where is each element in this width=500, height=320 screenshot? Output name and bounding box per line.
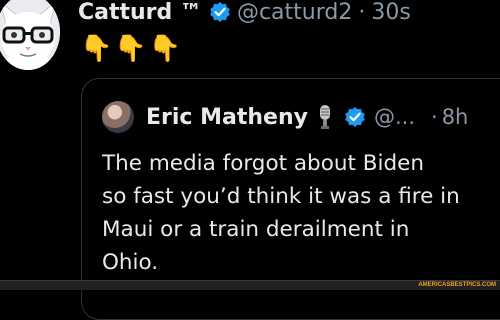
- tweet: Catturd ™ @catturd2 · 30s 👇👇👇 Eric Mathe…: [0, 0, 500, 320]
- quote-header: Eric Matheny @... · 8h: [146, 101, 468, 133]
- quote-handle[interactable]: @...: [374, 105, 415, 129]
- verified-badge-icon: [209, 1, 231, 23]
- tweet-header: Catturd ™ @catturd2 · 30s: [78, 0, 411, 30]
- handle[interactable]: @catturd2: [237, 0, 352, 25]
- separator-dot: ·: [358, 0, 366, 25]
- tweet-text: 👇👇👇: [80, 34, 184, 64]
- microphone-icon: [318, 104, 332, 130]
- quote-timestamp[interactable]: 8h: [442, 105, 469, 129]
- quote-separator-dot: ·: [431, 105, 438, 129]
- quote-avatar[interactable]: [102, 101, 134, 133]
- display-name[interactable]: Catturd ™: [78, 0, 202, 25]
- quote-text: The media forgot about Biden so fast you…: [102, 151, 460, 275]
- watermark-bar: AMERICASBESTPICS.COM: [0, 280, 500, 290]
- avatar[interactable]: [0, 0, 60, 70]
- timestamp[interactable]: 30s: [371, 0, 410, 25]
- watermark-text: AMERICASBESTPICS.COM: [418, 282, 496, 288]
- quote-verified-badge-icon: [344, 106, 366, 128]
- quote-display-name[interactable]: Eric Matheny: [146, 105, 308, 130]
